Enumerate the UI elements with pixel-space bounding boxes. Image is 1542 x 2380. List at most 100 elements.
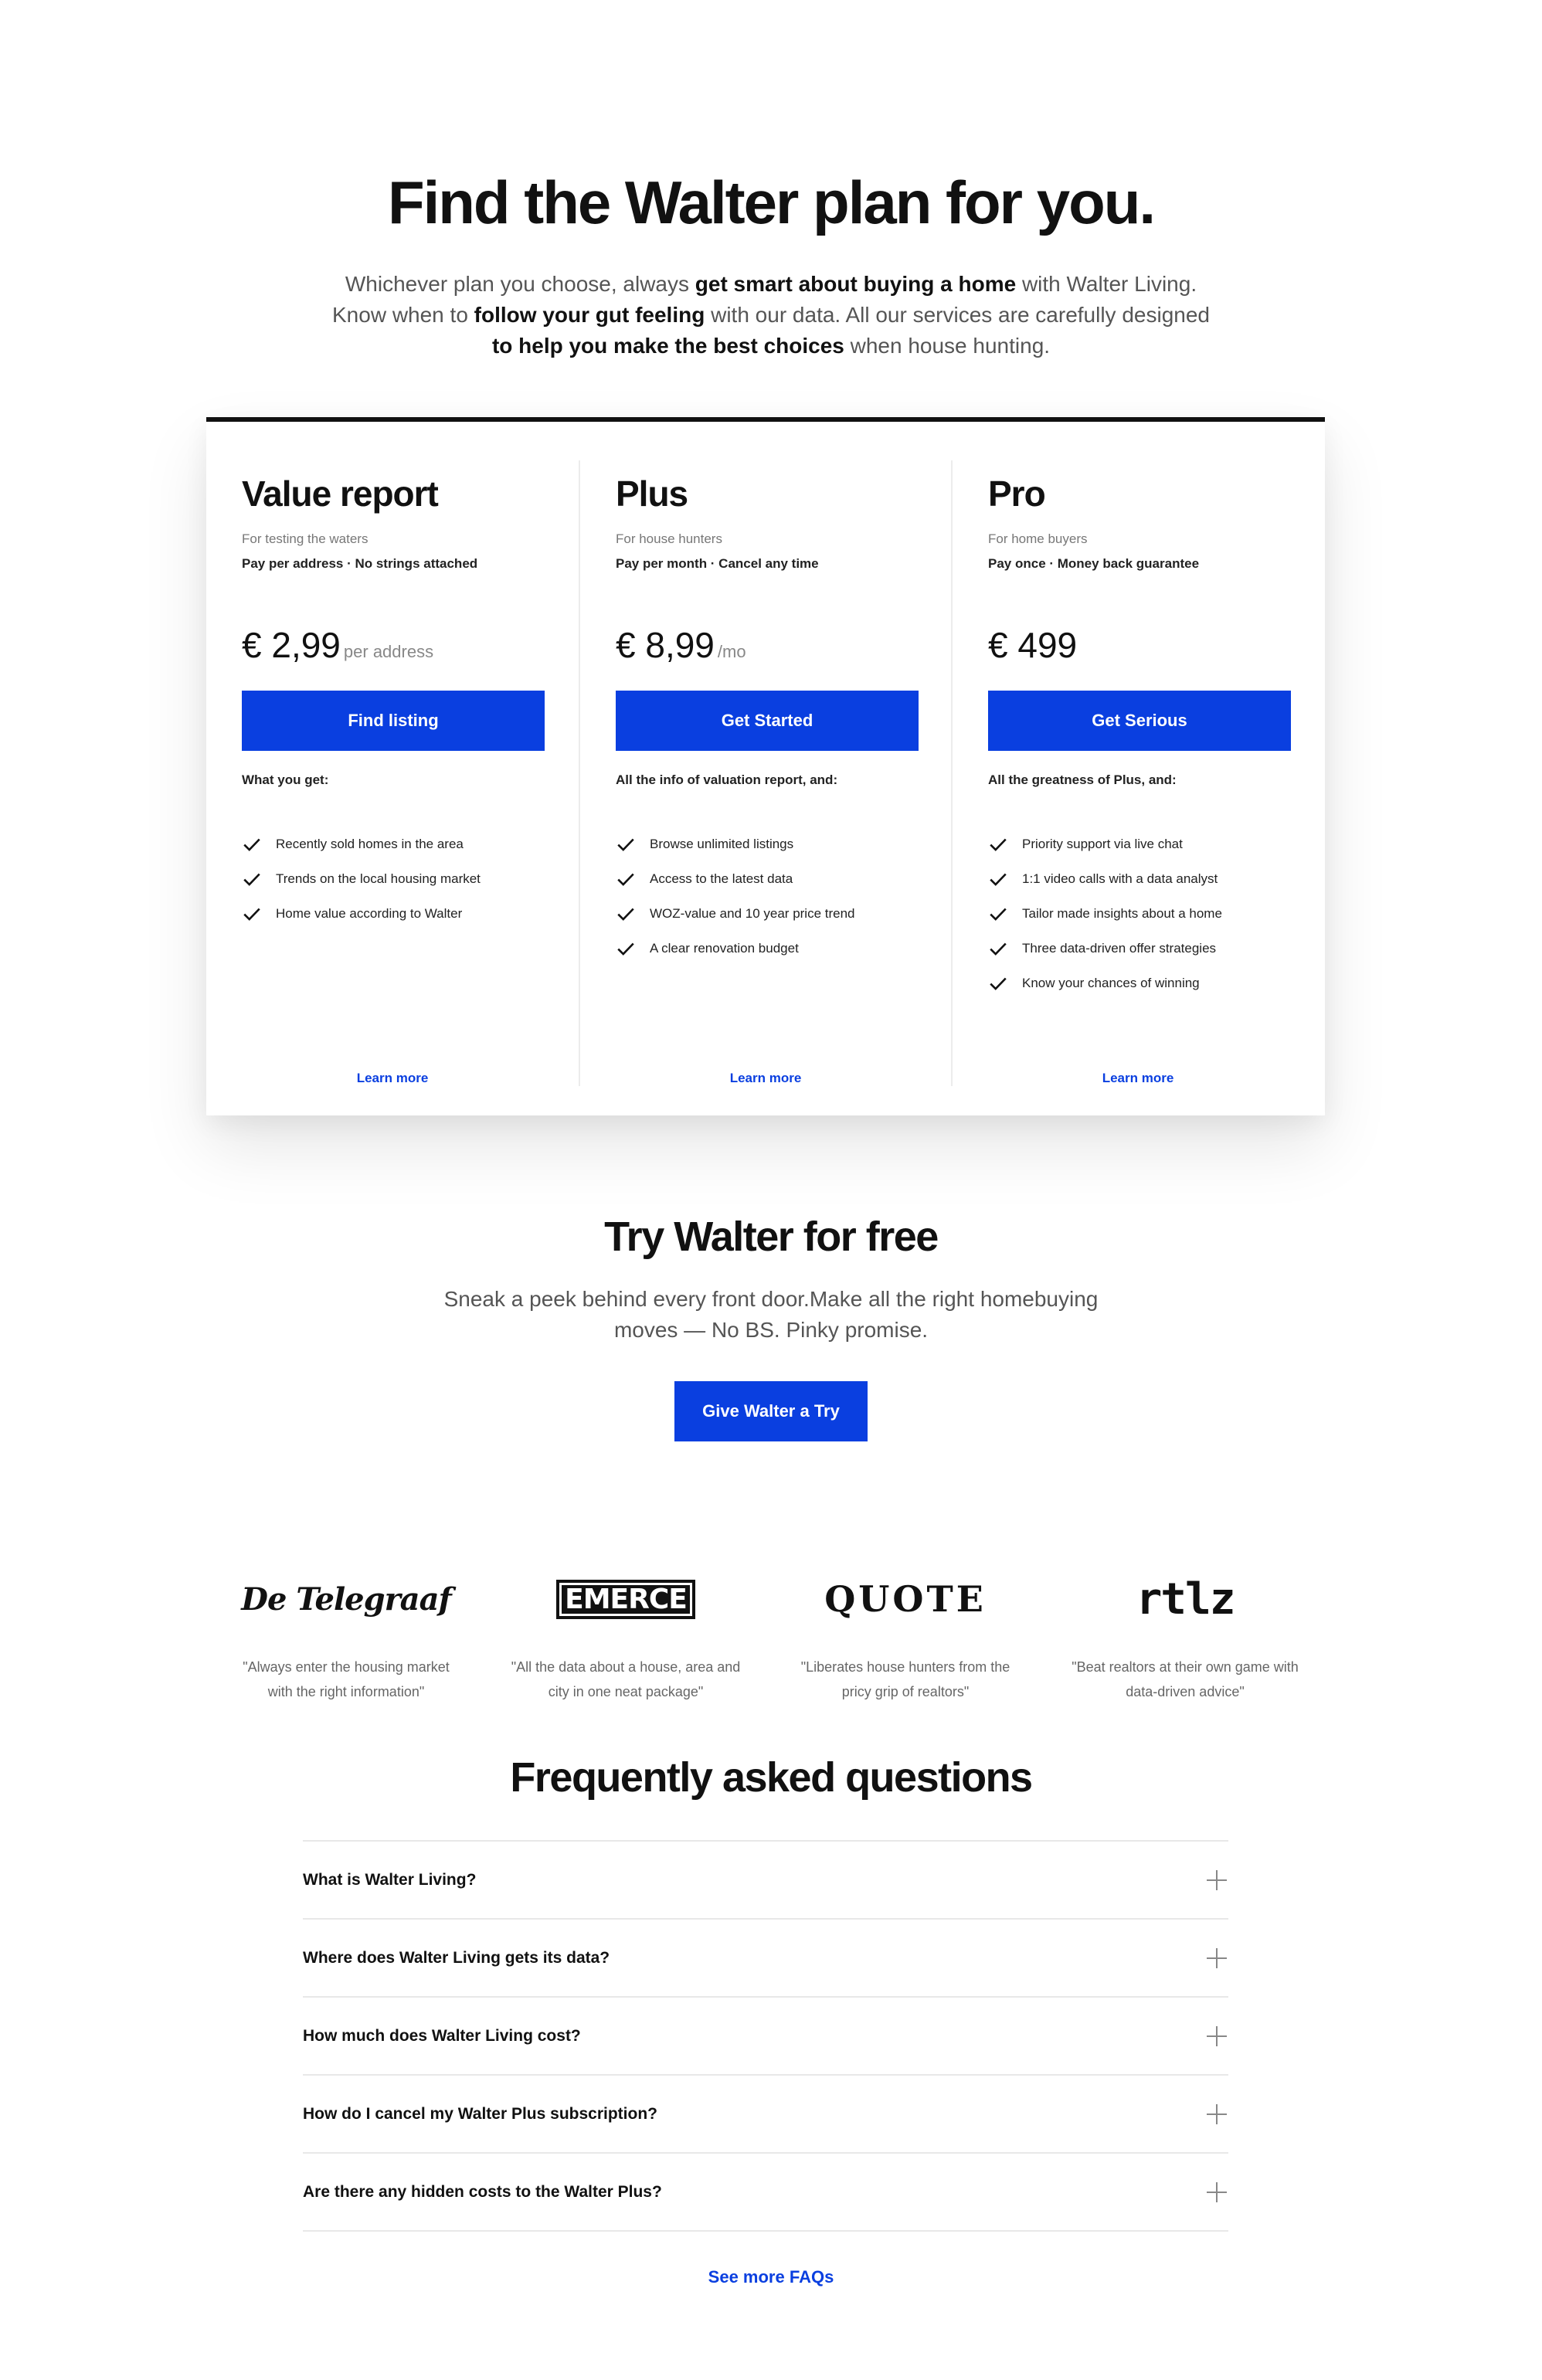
feature-label: Access to the latest data [650, 871, 793, 886]
hero-text-bold: to help you make the best choices [491, 333, 844, 358]
logo-text: De Telegraaf [241, 1580, 451, 1618]
try-text: Sneak a peek behind every front door.Mak… [443, 1287, 1099, 1342]
feature-list: Priority support via live chat 1:1 video… [988, 827, 1288, 1000]
feature-label: Recently sold homes in the area [276, 836, 464, 851]
check-icon [617, 908, 634, 921]
check-icon [990, 908, 1007, 921]
plan-lead: All the info of valuation report, and: [616, 772, 838, 787]
find-listing-button[interactable]: Find listing [242, 691, 545, 751]
plan-plus: Plus For house hunters Pay per month · C… [579, 460, 951, 1086]
plus-icon[interactable] [1205, 1947, 1228, 1970]
check-icon [617, 838, 634, 851]
learn-more-link[interactable]: Learn more [206, 1071, 579, 1086]
see-more-faqs-link[interactable]: See more FAQs [0, 2267, 1542, 2287]
faq-item[interactable]: What is Walter Living? [303, 1842, 1228, 1920]
faq-question: What is Walter Living? [303, 1870, 477, 1889]
learn-more-link[interactable]: Learn more [580, 1071, 951, 1086]
plan-tagline: For testing the waters [242, 531, 369, 546]
feature-label: Three data-driven offer strategies [1022, 940, 1217, 956]
feature-item: Tailor made insights about a home [988, 896, 1288, 931]
price-amount: € 8,99 [616, 625, 715, 665]
faq-question: Are there any hidden costs to the Walter… [303, 2182, 662, 2201]
feature-label: Know your chances of winning [1022, 975, 1200, 990]
feature-label: Tailor made insights about a home [1022, 905, 1222, 921]
faq-item[interactable]: Are there any hidden costs to the Walter… [303, 2154, 1228, 2232]
price-unit: /mo [717, 642, 746, 661]
feature-item: Three data-driven offer strategies [988, 931, 1288, 966]
feature-item: Home value according to Walter [242, 896, 543, 931]
logo-text: rtlz [1136, 1574, 1236, 1625]
feature-item: 1:1 video calls with a data analyst [988, 861, 1288, 896]
telegraaf-logo: De Telegraaf [206, 1568, 486, 1630]
plan-lead: What you get: [242, 772, 329, 787]
check-icon [990, 838, 1007, 851]
plan-terms: Pay once · Money back guarantee [988, 556, 1200, 571]
plan-name: Value report [242, 474, 439, 514]
faq-item[interactable]: How do I cancel my Walter Plus subscript… [303, 2076, 1228, 2154]
get-serious-button[interactable]: Get Serious [988, 691, 1291, 751]
faq-question: How do I cancel my Walter Plus subscript… [303, 2104, 657, 2123]
feature-item: Access to the latest data [616, 861, 915, 896]
rtlz-logo: rtlz [1045, 1568, 1325, 1630]
plan-value-report: Value report For testing the waters Pay … [206, 460, 579, 1086]
page-title: Find the Walter plan for you. [387, 168, 1156, 236]
plus-icon[interactable] [1205, 2181, 1228, 2204]
plan-name: Pro [988, 474, 1046, 514]
press-quotes: De Telegraaf "Always enter the housing m… [206, 1568, 1325, 1704]
plan-price: € 8,99/mo [616, 624, 915, 667]
hero-text-bold: follow your gut feeling [474, 302, 705, 327]
learn-more-link[interactable]: Learn more [953, 1071, 1323, 1086]
press-item: rtlz "Beat realtors at their own game wi… [1045, 1568, 1325, 1704]
feature-item: WOZ-value and 10 year price trend [616, 896, 915, 931]
check-icon [990, 873, 1007, 886]
hero: Find the Walter plan for you. Whichever … [0, 168, 1542, 362]
feature-item: A clear renovation budget [616, 931, 915, 966]
press-quote: "Always enter the housing market with th… [243, 1659, 450, 1699]
plan-pro: Pro For home buyers Pay once · Money bac… [951, 460, 1323, 1086]
give-walter-a-try-button[interactable]: Give Walter a Try [674, 1381, 868, 1441]
check-icon [243, 873, 260, 886]
feature-label: 1:1 video calls with a data analyst [1022, 871, 1218, 886]
faq-item[interactable]: How much does Walter Living cost? [303, 1998, 1228, 2076]
feature-label: A clear renovation budget [650, 940, 799, 956]
hero-subtitle: Whichever plan you choose, always get sm… [292, 269, 1250, 362]
faq-item[interactable]: Where does Walter Living gets its data? [303, 1920, 1228, 1998]
check-icon [243, 908, 260, 921]
feature-label: Priority support via live chat [1022, 836, 1183, 851]
press-quote: "Liberates house hunters from the pricy … [800, 1659, 1010, 1699]
check-icon [990, 977, 1007, 990]
hero-text: Whichever plan you choose, always [345, 271, 695, 296]
feature-item: Know your chances of winning [988, 966, 1288, 1000]
hero-text: with our data. All our services are care… [705, 302, 1210, 327]
plan-lead: All the greatness of Plus, and: [988, 772, 1177, 787]
check-icon [990, 942, 1007, 956]
logo-text: QUOTE [824, 1578, 987, 1620]
faq-question: How much does Walter Living cost? [303, 2026, 581, 2045]
press-item: QUOTE "Liberates house hunters from the … [766, 1568, 1045, 1704]
plus-icon[interactable] [1205, 2103, 1228, 2126]
feature-item: Browse unlimited listings [616, 827, 915, 861]
faq-question: Where does Walter Living gets its data? [303, 1948, 610, 1967]
feature-label: Home value according to Walter [276, 905, 463, 921]
logo-text: EMERCE [556, 1579, 695, 1619]
plus-icon[interactable] [1205, 2025, 1228, 2048]
hero-text: when house hunting. [844, 333, 1051, 358]
feature-list: Browse unlimited listings Access to the … [616, 827, 915, 966]
press-item: EMERCE "All the data about a house, area… [486, 1568, 766, 1704]
plus-icon[interactable] [1205, 1869, 1228, 1892]
get-started-button[interactable]: Get Started [616, 691, 919, 751]
plan-tagline: For home buyers [988, 531, 1088, 546]
emerce-logo: EMERCE [486, 1568, 766, 1630]
plan-name: Plus [616, 474, 688, 514]
plan-terms: Pay per address · No strings attached [242, 556, 478, 571]
faq-title: Frequently asked questions [510, 1754, 1033, 1801]
try-title: Try Walter for free [604, 1214, 939, 1260]
price-unit: per address [343, 642, 434, 661]
plan-tagline: For house hunters [616, 531, 722, 546]
pricing-table: Value report For testing the waters Pay … [206, 417, 1325, 1115]
hero-text: Know when to [332, 302, 474, 327]
feature-label: Browse unlimited listings [650, 836, 794, 851]
price-amount: € 2,99 [242, 625, 341, 665]
try-free-section: Try Walter for free Sneak a peek behind … [0, 1213, 1542, 1441]
press-item: De Telegraaf "Always enter the housing m… [206, 1568, 486, 1704]
